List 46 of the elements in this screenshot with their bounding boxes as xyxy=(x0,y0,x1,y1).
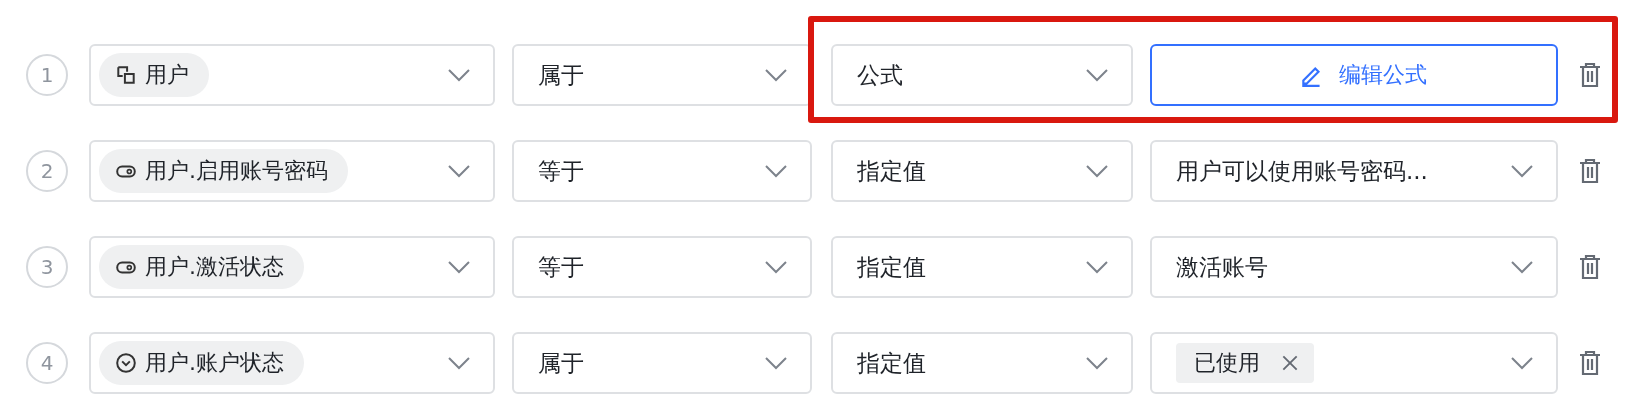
caret-icon xyxy=(764,260,788,274)
delete-icon[interactable] xyxy=(1578,350,1602,376)
field-select[interactable]: 用户.激活状态 xyxy=(89,236,495,298)
row-number: 2 xyxy=(26,150,68,192)
operator-select[interactable]: 等于 xyxy=(512,236,812,298)
field-select[interactable]: 用户 xyxy=(89,44,495,106)
field-chip: 用户.启用账号密码 xyxy=(99,149,348,193)
field-chip: 用户.账户状态 xyxy=(99,341,304,385)
field-select[interactable]: 用户.启用账号密码 xyxy=(89,140,495,202)
value-select[interactable]: 已使用 xyxy=(1150,332,1558,394)
value-select[interactable]: 激活账号 xyxy=(1150,236,1558,298)
field-chip: 用户 xyxy=(99,53,209,97)
caret-icon xyxy=(1085,356,1109,370)
caret-icon xyxy=(764,164,788,178)
source-select[interactable]: 指定值 xyxy=(831,236,1133,298)
caret-icon xyxy=(1085,68,1109,82)
source-select[interactable]: 指定值 xyxy=(831,332,1133,394)
field-select[interactable]: 用户.账户状态 xyxy=(89,332,495,394)
edit-formula-button[interactable]: 编辑公式 xyxy=(1150,44,1558,106)
caret-icon xyxy=(764,68,788,82)
row-number: 1 xyxy=(26,54,68,96)
caret-icon xyxy=(764,356,788,370)
caret-icon xyxy=(1510,260,1534,274)
delete-icon[interactable] xyxy=(1578,254,1602,280)
delete-icon[interactable] xyxy=(1578,62,1602,88)
remove-icon[interactable] xyxy=(1282,355,1298,371)
row-number: 4 xyxy=(26,342,68,384)
field-chip: 用户.激活状态 xyxy=(99,245,304,289)
value-select[interactable]: 用户可以使用账号密码... xyxy=(1150,140,1558,202)
caret-icon xyxy=(447,164,471,178)
dropdown-circle-icon xyxy=(115,352,137,374)
caret-icon xyxy=(1085,260,1109,274)
link-icon xyxy=(115,64,137,86)
caret-icon xyxy=(447,260,471,274)
caret-icon xyxy=(1085,164,1109,178)
row-number: 3 xyxy=(26,246,68,288)
source-select[interactable]: 公式 xyxy=(831,44,1133,106)
caret-icon xyxy=(1510,164,1534,178)
source-select[interactable]: 指定值 xyxy=(831,140,1133,202)
caret-icon xyxy=(1510,356,1534,370)
caret-icon xyxy=(447,68,471,82)
caret-icon xyxy=(447,356,471,370)
value-tag: 已使用 xyxy=(1176,343,1314,383)
delete-icon[interactable] xyxy=(1578,158,1602,184)
operator-select[interactable]: 等于 xyxy=(512,140,812,202)
operator-select[interactable]: 属于 xyxy=(512,332,812,394)
